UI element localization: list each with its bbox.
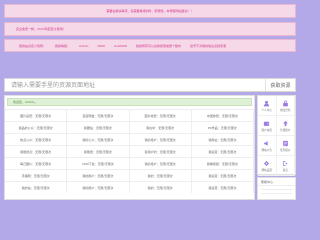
sidebar-item-label: 升级账户 bbox=[280, 128, 291, 132]
sidebar-item-label: 个人中心 bbox=[261, 108, 272, 112]
points-note: 我的所有可以兑换搜索前题个数句 bbox=[136, 43, 182, 48]
quota-cell: 我的公众：无限/无限次 bbox=[67, 133, 130, 145]
quota-cell: PS作品：无限/无限次 bbox=[191, 121, 254, 133]
sidebar-item[interactable]: 升级账户 bbox=[276, 116, 295, 136]
help-center-title: 帮助中心 bbox=[258, 178, 295, 186]
quota-cell: 我运营：无限/无限次 bbox=[191, 169, 254, 181]
sidebar-item[interactable]: 退出 bbox=[276, 156, 295, 176]
quota-cell: 每日图片：无限/无限次 bbox=[5, 157, 68, 169]
divider bbox=[261, 193, 292, 194]
sidebar-item-label: 网站公告 bbox=[261, 148, 272, 152]
welcome-alert: 欢迎您，admin。 bbox=[7, 98, 252, 106]
top-notice: 需要白嫖请等待，您需要等待的时，即登陆，本博客网站邀请！！ bbox=[4, 4, 296, 18]
quota-cell: 我的用户：无限/无限次 bbox=[129, 157, 192, 169]
second-notice-text: 完全免费一样，2023年起至今使用！ bbox=[16, 27, 66, 31]
second-notice: 完全免费一样，2023年起至今使用！ bbox=[4, 22, 296, 36]
quota-cell: 我品的公众：无限/无限次 bbox=[5, 121, 68, 133]
footer-note: 给予不对我的信息点搜索者 bbox=[190, 43, 227, 48]
role-label: 我的等级： bbox=[55, 43, 71, 48]
upgrade-icon bbox=[282, 120, 288, 126]
user-icon bbox=[264, 100, 270, 106]
quota-cell: 我要站：无限/无限次 bbox=[67, 121, 130, 133]
user-info-bar: 我的站点名义简称： 我的等级： admin 0000 ace0000 我的所有可… bbox=[4, 39, 296, 52]
help-center-panel: 帮助中心 bbox=[257, 177, 296, 200]
task-icon bbox=[282, 140, 288, 146]
quota-cell: 我能搜点：无限/无限次 bbox=[5, 145, 68, 157]
quota-cell: 我运营：无限/无限次 bbox=[191, 181, 254, 193]
quota-cell: 图片运费：无限/无限次 bbox=[5, 109, 68, 121]
fetch-resource-button[interactable]: 获取资源 bbox=[265, 79, 295, 91]
gear-icon bbox=[264, 160, 270, 166]
quota-cell: 我的用户：无限/无限次 bbox=[67, 181, 130, 193]
quota-cell: 我在中：无限/无限次 bbox=[129, 121, 192, 133]
quota-cell: 中国收费：无限/无限次 bbox=[191, 109, 254, 121]
quota-grid: 图片运费：无限/无限次 百度网盘：无限/无限次 图片收费：无限/无限次 中国收费：无限… bbox=[5, 109, 254, 193]
sidebar-item-label: 网站设置 bbox=[261, 168, 272, 172]
username: admin bbox=[79, 43, 89, 48]
quota-cell: 手播网：无限/无限次 bbox=[5, 169, 68, 181]
sidebar-item-label: 账户充值 bbox=[261, 128, 272, 132]
quota-cell: 图片收费：无限/无限次 bbox=[129, 109, 192, 121]
count-value: 0000 bbox=[97, 43, 106, 48]
notice-icon bbox=[264, 140, 268, 146]
quota-cell: 我看视频：无限/无限次 bbox=[191, 157, 254, 169]
lock-icon bbox=[282, 100, 288, 106]
quota-cell: 我的：无限/无限次 bbox=[129, 181, 192, 193]
quota-cell: 我的：无限/无限次 bbox=[129, 169, 192, 181]
url-search-input[interactable] bbox=[5, 79, 265, 91]
search-bar: 获取资源 bbox=[4, 78, 296, 92]
sidebar-item[interactable]: 账户充值 bbox=[258, 116, 277, 136]
points-value: ace0000 bbox=[114, 43, 128, 48]
sidebar-menu: 个人中心 修改密码账户充值 升级账户网站公告 任务报价网站设置 退出 bbox=[257, 95, 296, 176]
quota-cell: 我的站：无限/无限次 bbox=[5, 181, 68, 193]
sidebar-item[interactable]: 修改密码 bbox=[276, 96, 295, 116]
sidebar-item[interactable]: 任务报价 bbox=[276, 136, 295, 156]
wallet-icon bbox=[264, 121, 270, 126]
divider bbox=[261, 189, 292, 190]
logout-icon bbox=[282, 160, 288, 166]
quota-cell: 热点公众：无限/无限次 bbox=[5, 133, 68, 145]
quota-cell: 我能搜：无限/无限次 bbox=[67, 145, 130, 157]
quota-cell: CDN下载：无限/无限次 bbox=[67, 157, 130, 169]
sidebar-item-label: 修改密码 bbox=[280, 108, 291, 112]
quota-cell: 我用站：无限/无限次 bbox=[191, 133, 254, 145]
site-welcome-label: 我的站点名义简称： bbox=[19, 43, 47, 48]
quota-cell: 我的用户：无限/无限次 bbox=[129, 133, 192, 145]
quota-cell: 我运营：无限/无限次 bbox=[191, 145, 254, 157]
sidebar-item[interactable]: 个人中心 bbox=[258, 96, 277, 116]
quota-cell: 我用户的：无限/无限次 bbox=[129, 145, 192, 157]
quota-cell: 百度网盘：无限/无限次 bbox=[67, 109, 130, 121]
sidebar-item-label: 任务报价 bbox=[280, 148, 291, 152]
main-panel: 欢迎您，admin。 图片运费：无限/无限次 百度网盘：无限/无限次 图片收费：无限… bbox=[4, 95, 255, 200]
quota-cell: 我的用户：无限/无限次 bbox=[67, 169, 130, 181]
sidebar-item[interactable]: 网站设置 bbox=[258, 156, 277, 176]
sidebar-item[interactable]: 网站公告 bbox=[258, 136, 277, 156]
sidebar-item-label: 退出 bbox=[282, 168, 288, 172]
top-notice-text: 需要白嫖请等待，您需要等待的时，即登陆，本博客网站邀请！！ bbox=[106, 9, 194, 13]
